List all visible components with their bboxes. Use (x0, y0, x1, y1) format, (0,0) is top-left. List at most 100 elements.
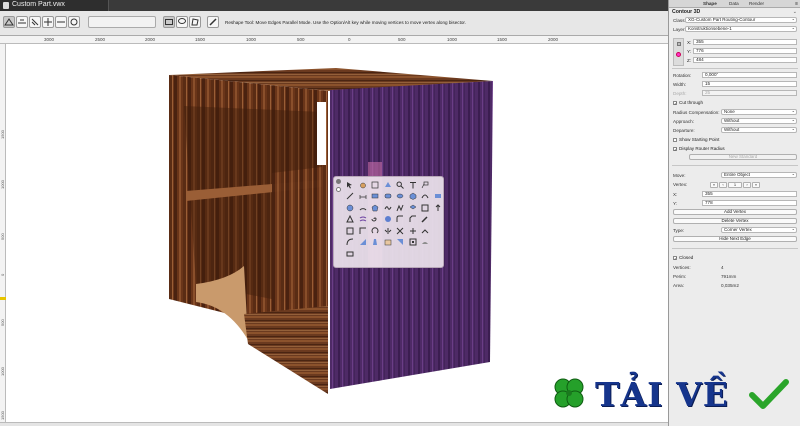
pan-tool[interactable] (357, 179, 370, 191)
taper-tool[interactable] (369, 237, 382, 249)
rotate-tool[interactable] (369, 225, 382, 237)
preferences-button[interactable] (207, 16, 219, 28)
closed-checkbox[interactable]: ✓ Closed (673, 255, 693, 260)
reshape-tool[interactable] (357, 225, 370, 237)
attribute-tool[interactable] (344, 225, 357, 237)
line-tool[interactable] (344, 191, 357, 203)
solid-tool[interactable] (407, 202, 420, 214)
first-vertex-button[interactable]: « (710, 182, 718, 188)
circle-tool[interactable] (344, 202, 357, 214)
depth-field[interactable]: 25 (702, 90, 797, 96)
walkthrough-tool[interactable] (382, 179, 395, 191)
reshape-mode-button[interactable] (3, 16, 15, 28)
section-tool[interactable] (382, 237, 395, 249)
polyline-tool[interactable] (394, 202, 407, 214)
bend-tool[interactable] (344, 237, 357, 249)
tab-data[interactable]: Data (729, 1, 739, 6)
departure-select[interactable]: Without (721, 127, 797, 133)
drape-tool[interactable] (419, 237, 432, 249)
wedge-tool[interactable] (357, 237, 370, 249)
y-field[interactable]: 776 (693, 48, 797, 54)
horizontal-ruler[interactable]: 3000 2500 2000 1500 1000 500 0 500 1000 … (0, 36, 668, 44)
move-select[interactable]: Entire Object (721, 172, 797, 178)
sweep-tool[interactable] (419, 191, 432, 203)
tab-render[interactable]: Render (749, 1, 764, 6)
offset-tool[interactable] (407, 237, 420, 249)
vertices-label: Vertices: (673, 265, 691, 270)
spiral-tool[interactable] (369, 214, 382, 226)
extrude-tool[interactable] (407, 191, 420, 203)
tool-palette[interactable] (333, 176, 444, 268)
vertex-y-field[interactable]: 778 (702, 200, 797, 206)
add-vertex-button[interactable]: Add Vertex (673, 209, 797, 215)
cut-through-checkbox[interactable]: ✓ Cut through (673, 100, 703, 105)
double-line-tool[interactable] (357, 214, 370, 226)
palette-help-icon[interactable] (336, 187, 341, 192)
fillet-tool[interactable] (394, 214, 407, 226)
display-router-radius-checkbox[interactable]: ✓ Display Router Radius (673, 146, 725, 151)
layer-select[interactable]: Konstruktionsebene-1 (685, 26, 797, 32)
perim-label: Perim: (673, 274, 687, 279)
prev-vertex-button[interactable]: ‹ (719, 182, 727, 188)
z-field[interactable]: 484 (693, 57, 797, 63)
tab-shape[interactable]: Shape (703, 1, 717, 6)
last-vertex-button[interactable]: » (752, 182, 760, 188)
plane-tool[interactable] (344, 248, 357, 260)
polygon-tool[interactable] (369, 202, 382, 214)
move-edges-button[interactable] (16, 16, 28, 28)
menu-icon[interactable]: ≡ (795, 1, 798, 7)
palette-close-icon[interactable] (336, 179, 341, 184)
delete-vertex-button[interactable]: Delete Vertex (673, 218, 797, 224)
sphere-tool[interactable] (382, 214, 395, 226)
loft-tool[interactable] (432, 191, 445, 203)
callout-tool[interactable] (419, 179, 432, 191)
hide-next-edge-button[interactable]: Hide Next Edge (673, 236, 797, 242)
add-vertex-mode-button[interactable] (42, 16, 54, 28)
dimension-tool[interactable] (357, 191, 370, 203)
next-vertex-button[interactable]: › (743, 182, 751, 188)
shell-tool[interactable] (419, 202, 432, 214)
approach-select[interactable]: Without (721, 118, 797, 124)
radius-comp-select[interactable]: None (721, 109, 797, 115)
vertex-type-group[interactable] (88, 16, 156, 28)
selection-tool[interactable] (344, 179, 357, 191)
triangle-tool[interactable] (344, 214, 357, 226)
mirror-tool[interactable] (382, 225, 395, 237)
eyedropper-tool[interactable] (419, 214, 432, 226)
reference-point-selector[interactable] (673, 38, 684, 66)
trim-tool[interactable] (407, 225, 420, 237)
hide-edge-mode-button[interactable] (68, 16, 80, 28)
x-field[interactable]: 355 (693, 39, 797, 45)
arc-tool[interactable] (357, 202, 370, 214)
freehand-tool[interactable] (382, 202, 395, 214)
parallel-mode-button[interactable] (29, 16, 41, 28)
vertex-index-field[interactable]: 1 (728, 182, 742, 188)
polygon-mode-button[interactable] (189, 16, 201, 28)
cabinet-divider[interactable] (272, 167, 322, 329)
zoom-tool[interactable] (394, 179, 407, 191)
width-field[interactable]: 15 (702, 81, 797, 87)
polygon-icon (371, 204, 379, 211)
delete-vertex-mode-button[interactable] (55, 16, 67, 28)
class-select[interactable]: XG-Custom Part Routing-Contour (685, 17, 797, 23)
clip-tool[interactable] (394, 237, 407, 249)
connect-tool[interactable] (419, 225, 432, 237)
rounded-rect-tool[interactable] (382, 191, 395, 203)
vertex-x-field[interactable]: 355 (702, 191, 797, 197)
rectangle-tool[interactable] (369, 191, 382, 203)
rotation-field[interactable]: 0,000° (702, 72, 797, 78)
cabinet-bottom-panel[interactable] (244, 306, 328, 394)
lasso-mode-button[interactable] (176, 16, 188, 28)
text-tool[interactable] (407, 179, 420, 191)
chevron-down-icon[interactable]: ⌄ (793, 9, 797, 15)
vertex-type-select[interactable]: Corner Vertex (721, 227, 797, 233)
split-tool[interactable] (394, 225, 407, 237)
chamfer-tool[interactable] (407, 214, 420, 226)
selection-mode-button[interactable] (163, 16, 175, 28)
new-standard-button[interactable]: New Standard (689, 154, 797, 160)
flyover-tool[interactable] (369, 179, 382, 191)
drawing-canvas[interactable] (6, 44, 668, 422)
show-starting-point-checkbox[interactable]: Show Starting Point (673, 137, 719, 142)
push-pull-tool[interactable] (432, 202, 445, 214)
oval-tool[interactable] (394, 191, 407, 203)
